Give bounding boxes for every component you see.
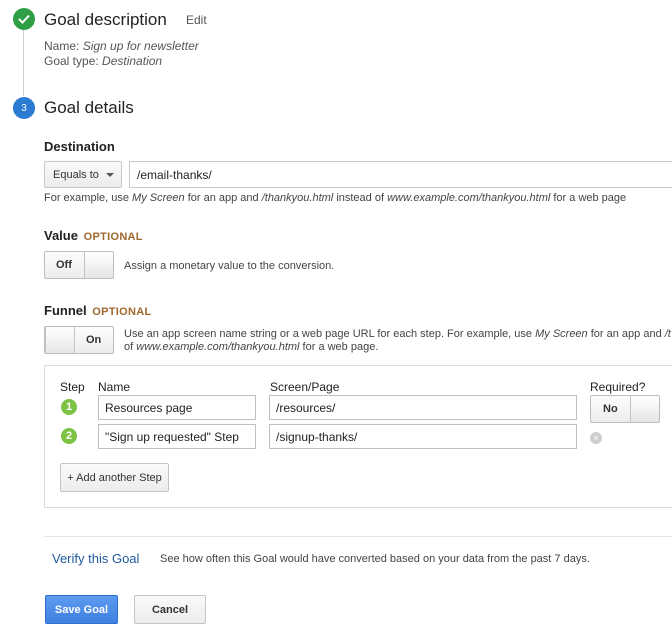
funnel-step-name-input[interactable]: Resources page	[98, 395, 256, 420]
goal-setup-page: Goal description Edit Name: Sign up for …	[0, 0, 672, 637]
value-toggle-label: Off	[56, 259, 72, 271]
goal-type-line: Goal type: Destination	[44, 54, 162, 68]
col-header-required: Required?	[590, 380, 646, 394]
value-toggle-knob	[84, 252, 113, 278]
funnel-description-line2: of www.example.com/thankyou.html for a w…	[124, 341, 379, 353]
col-header-step: Step	[60, 380, 85, 394]
funnel-step-number: 1	[61, 399, 77, 415]
verify-goal-link[interactable]: Verify this Goal	[52, 551, 139, 566]
goal-name-label: Name:	[44, 39, 80, 53]
step-number-badge: 3	[13, 97, 35, 119]
destination-input[interactable]: /email-thanks/	[129, 161, 672, 188]
funnel-step-number: 2	[61, 428, 77, 444]
destination-label: Destination	[44, 139, 115, 154]
match-type-value: Equals to	[53, 168, 99, 181]
funnel-step-screen-input[interactable]: /resources/	[269, 395, 577, 420]
goal-type-label: Goal type:	[44, 54, 99, 68]
value-label: Value OPTIONAL	[44, 228, 143, 243]
required-toggle-knob	[630, 396, 659, 422]
step-rail-line	[23, 26, 24, 96]
edit-description-link[interactable]: Edit	[186, 13, 207, 27]
funnel-toggle-label: On	[86, 334, 102, 346]
funnel-label: Funnel OPTIONAL	[44, 303, 152, 318]
col-header-screen: Screen/Page	[270, 380, 340, 394]
funnel-step-screen-input[interactable]: /signup-thanks/	[269, 424, 577, 449]
section-divider	[44, 536, 672, 537]
col-header-name: Name	[98, 380, 131, 394]
value-description: Assign a monetary value to the conversio…	[124, 260, 335, 272]
goal-details-title: Goal details	[44, 98, 134, 117]
goal-type-value: Destination	[102, 54, 163, 68]
chevron-down-icon	[106, 173, 114, 177]
funnel-optional-tag: OPTIONAL	[92, 306, 152, 318]
save-goal-button[interactable]: Save Goal	[45, 595, 118, 624]
match-type-select[interactable]: Equals to	[44, 161, 122, 188]
required-toggle-label: No	[603, 403, 618, 415]
verify-description: See how often this Goal would have conve…	[160, 553, 590, 565]
goal-name-value: Sign up for newsletter	[82, 39, 199, 53]
destination-hint: For example, use My Screen for an app an…	[44, 192, 627, 204]
funnel-description-line1: Use an app screen name string or a web p…	[124, 328, 671, 340]
cancel-button[interactable]: Cancel	[134, 595, 206, 624]
step-complete-check-icon	[13, 8, 35, 30]
remove-step-close-icon[interactable]: ×	[590, 432, 602, 444]
funnel-step-name-input[interactable]: "Sign up requested" Step	[98, 424, 256, 449]
funnel-toggle-knob	[45, 327, 75, 353]
funnel-toggle[interactable]: On	[44, 326, 114, 354]
required-toggle[interactable]: No	[590, 395, 660, 423]
value-toggle[interactable]: Off	[44, 251, 114, 279]
value-optional-tag: OPTIONAL	[83, 231, 143, 243]
add-step-button[interactable]: + Add another Step	[60, 463, 169, 492]
goal-name-line: Name: Sign up for newsletter	[44, 39, 199, 53]
goal-description-title: Goal description	[44, 10, 167, 29]
